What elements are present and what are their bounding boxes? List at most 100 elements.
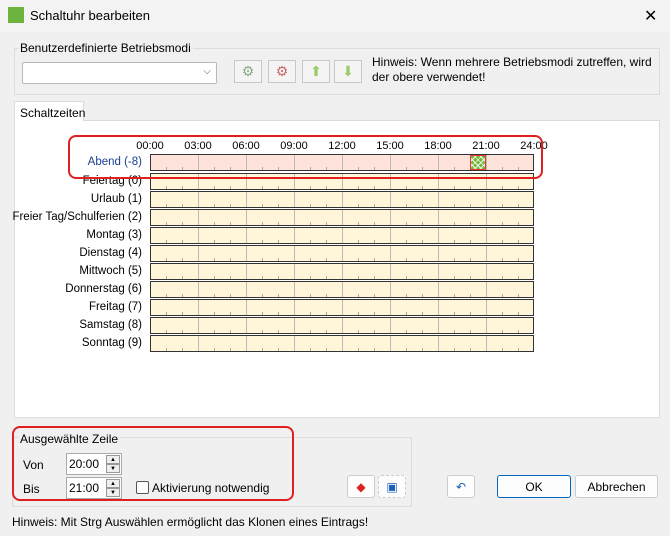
hour-tick (502, 348, 503, 351)
cancel-button[interactable]: Abbrechen (575, 475, 658, 498)
eraser-icon: ◆ (356, 479, 366, 494)
move-up-button[interactable]: ⬆ (302, 60, 330, 83)
add-mode-button[interactable]: ⚙ (234, 60, 262, 83)
gridline (246, 246, 247, 261)
hour-tick (422, 204, 423, 207)
hour-tick (518, 312, 519, 315)
hour-tick (502, 186, 503, 189)
hour-tick (230, 348, 231, 351)
undo-button[interactable]: ↶ (447, 475, 475, 498)
hour-tick (374, 348, 375, 351)
schedule-row[interactable] (150, 209, 534, 226)
hour-tick (214, 294, 215, 297)
clone-button[interactable]: ▣ (378, 475, 406, 498)
hour-tick (214, 276, 215, 279)
schedule-row[interactable] (150, 335, 534, 352)
gridline (390, 300, 391, 315)
gridline (294, 336, 295, 351)
gear-add-icon: ⚙ (241, 63, 255, 79)
hour-tick (374, 276, 375, 279)
hour-tick (166, 312, 167, 315)
hour-tick (310, 330, 311, 333)
hour-tick (262, 258, 263, 261)
row-label: Urlaub (1) (90, 193, 142, 205)
hour-tick (454, 348, 455, 351)
gridline (438, 264, 439, 279)
ok-button[interactable]: OK (497, 475, 571, 498)
hour-tick (166, 240, 167, 243)
hour-tick (214, 312, 215, 315)
hour-tick (406, 240, 407, 243)
hour-tick (406, 312, 407, 315)
gridline (342, 264, 343, 279)
tab-schaltzeiten[interactable]: Schaltzeiten (14, 101, 85, 121)
app-icon (8, 7, 24, 23)
schedule-row[interactable] (150, 191, 534, 208)
hour-tick (358, 186, 359, 189)
gridline (438, 318, 439, 333)
hour-tick (502, 312, 503, 315)
mode-combobox[interactable]: ⌵ (22, 62, 217, 84)
gridline (198, 318, 199, 333)
gridline (246, 300, 247, 315)
hour-tick (326, 312, 327, 315)
gridline (294, 264, 295, 279)
hour-tick (182, 258, 183, 261)
hour-tick (230, 222, 231, 225)
hour-tick (358, 240, 359, 243)
gridline (294, 228, 295, 243)
row-label: Donnerstag (6) (65, 283, 142, 295)
highlight-annotation (12, 426, 294, 501)
hour-tick (358, 312, 359, 315)
schedule-row[interactable] (150, 227, 534, 244)
gridline (390, 336, 391, 351)
gridline (246, 264, 247, 279)
schedule-row[interactable] (150, 299, 534, 316)
hour-tick (502, 330, 503, 333)
highlight-annotation (68, 135, 543, 179)
hour-tick (310, 204, 311, 207)
hour-tick (326, 294, 327, 297)
hour-tick (182, 276, 183, 279)
gridline (342, 210, 343, 225)
schedule-row[interactable] (150, 281, 534, 298)
hour-tick (502, 240, 503, 243)
erase-button[interactable]: ◆ (347, 475, 375, 498)
hour-tick (454, 276, 455, 279)
move-down-button[interactable]: ⬇ (334, 60, 362, 83)
delete-mode-button[interactable]: ⚙ (268, 60, 296, 83)
footer-hint: Hinweis: Mit Strg Auswählen ermöglicht d… (12, 515, 369, 529)
hour-tick (262, 186, 263, 189)
gridline (390, 282, 391, 297)
gridline (342, 246, 343, 261)
gridline (438, 210, 439, 225)
hour-tick (518, 240, 519, 243)
hour-tick (214, 258, 215, 261)
hour-tick (422, 276, 423, 279)
hour-tick (422, 258, 423, 261)
hour-tick (166, 222, 167, 225)
hour-tick (470, 222, 471, 225)
schedule-row[interactable] (150, 263, 534, 280)
hour-tick (182, 312, 183, 315)
hour-tick (326, 348, 327, 351)
hour-tick (230, 330, 231, 333)
hour-tick (166, 204, 167, 207)
hour-tick (262, 330, 263, 333)
gridline (342, 192, 343, 207)
gridline (198, 210, 199, 225)
hour-tick (454, 312, 455, 315)
gridline (390, 210, 391, 225)
hour-tick (358, 294, 359, 297)
hour-tick (470, 204, 471, 207)
hour-tick (230, 186, 231, 189)
hour-tick (214, 186, 215, 189)
close-icon[interactable]: ✕ (644, 6, 657, 26)
hour-tick (278, 240, 279, 243)
hour-tick (326, 276, 327, 279)
hour-tick (470, 186, 471, 189)
row-label: Sonntag (9) (81, 337, 142, 349)
schedule-row[interactable] (150, 317, 534, 334)
row-label: Freier Tag/Schulferien (2) (12, 211, 142, 223)
schedule-row[interactable] (150, 245, 534, 262)
